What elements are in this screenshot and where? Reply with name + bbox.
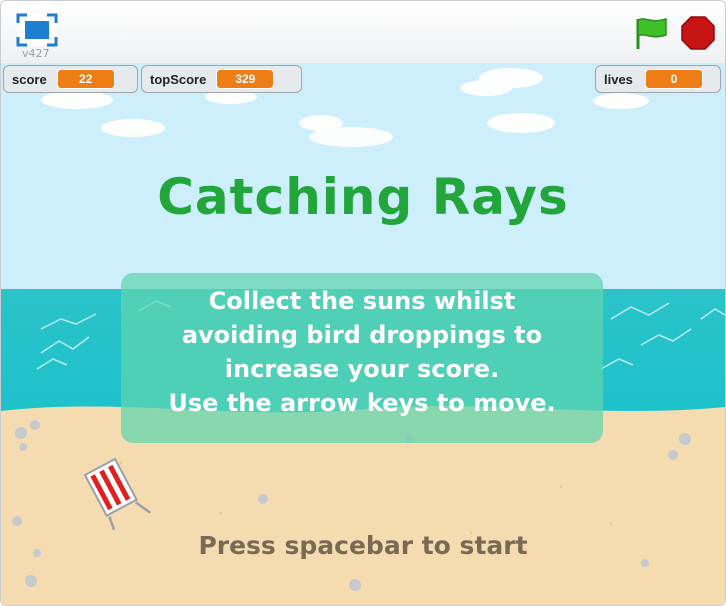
instruction-line: Collect the suns whilst (208, 287, 516, 315)
stage[interactable]: score 22 topScore 329 lives 0 Catching R… (1, 63, 725, 605)
instruction-line: avoiding bird droppings to (181, 321, 543, 349)
score-monitor[interactable]: score 22 (3, 65, 138, 93)
game-title: Catching Rays (157, 168, 569, 226)
lives-label: lives (604, 71, 633, 87)
lives-monitor[interactable]: lives 0 (595, 65, 721, 93)
green-flag-icon[interactable] (633, 15, 669, 51)
score-label: score (12, 71, 47, 87)
stop-icon[interactable] (681, 16, 715, 50)
instruction-line: increase your score. (224, 355, 500, 383)
topscore-value: 329 (216, 69, 275, 89)
player-toolbar: v427 (1, 1, 725, 63)
fullscreen-icon[interactable] (16, 13, 58, 47)
lives-value: 0 (644, 69, 703, 89)
cloud (309, 127, 393, 147)
cloud (460, 80, 512, 96)
scratch-player: v427 score 22 topScore 329 lives 0 Catch… (0, 0, 726, 606)
instructions-panel: Collect the suns whilst avoiding bird dr… (121, 273, 603, 443)
topscore-label: topScore (150, 71, 207, 87)
start-prompt: Press spacebar to start (198, 531, 528, 560)
topscore-monitor[interactable]: topScore 329 (141, 65, 302, 93)
cloud (487, 113, 555, 133)
cloud (101, 119, 165, 137)
cloud (593, 93, 649, 109)
score-value: 22 (56, 69, 115, 89)
cloud (41, 91, 113, 109)
version-label: v427 (22, 47, 50, 60)
instruction-line: Use the arrow keys to move. (168, 389, 556, 417)
